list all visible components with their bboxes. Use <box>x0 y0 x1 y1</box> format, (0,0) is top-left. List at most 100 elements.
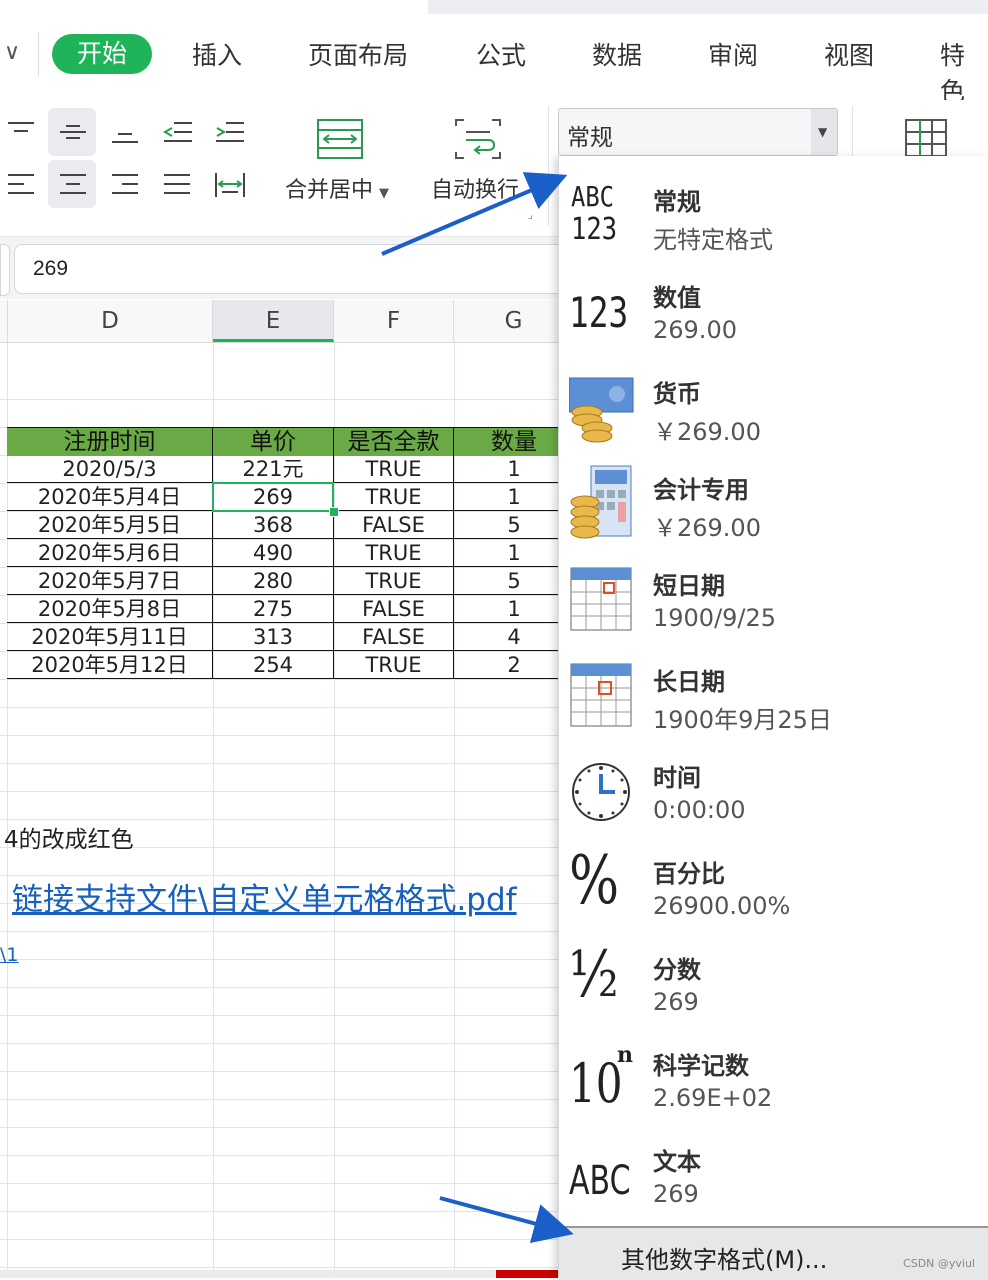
table-cell[interactable]: FALSE <box>334 595 454 623</box>
dropdown-button[interactable]: ▼ <box>811 109 837 155</box>
divider <box>852 106 853 156</box>
format-item-short-date[interactable]: 短日期 1900/9/25 <box>559 548 988 644</box>
format-item-text[interactable]: ABC 文本 269 <box>559 1124 988 1220</box>
table-cell[interactable]: 2020年5月12日 <box>7 651 213 679</box>
format-item-scientific[interactable]: 10 n 科学记数 2.69E+02 <box>559 1028 988 1124</box>
chevron-down-icon[interactable]: ∨ <box>4 40 20 65</box>
table-cell[interactable]: 313 <box>213 623 334 651</box>
format-item-currency[interactable]: 货币 ￥269.00 <box>559 356 988 452</box>
table-cell[interactable]: FALSE <box>334 623 454 651</box>
text-abc-icon: ABC <box>569 1158 631 1204</box>
table-cell[interactable]: TRUE <box>334 567 454 595</box>
table-cell[interactable]: 1 <box>454 483 574 511</box>
table-cell[interactable]: 2 <box>454 651 574 679</box>
table-cell[interactable]: FALSE <box>334 511 454 539</box>
align-bottom-icon[interactable] <box>100 108 148 156</box>
number-format-select[interactable]: 常规 ▼ <box>558 108 838 156</box>
decrease-indent-icon[interactable] <box>152 108 200 156</box>
tab-page-layout[interactable]: 页面布局 <box>308 36 408 72</box>
wrap-text-icon[interactable] <box>454 118 502 164</box>
hyperlink-small[interactable]: \1 <box>0 944 19 966</box>
tab-formulas[interactable]: 公式 <box>476 36 526 72</box>
justify-icon[interactable] <box>152 160 200 208</box>
table-cell[interactable]: TRUE <box>334 539 454 567</box>
divider <box>548 106 549 226</box>
column-header-e[interactable]: E <box>213 300 334 342</box>
align-left-icon[interactable] <box>0 160 44 208</box>
format-item-percent[interactable]: % 百分比 26900.00% <box>559 836 988 932</box>
number-format-dropdown: ABC 123 常规 无特定格式 123 数值 269.00 货币 ￥269.0… <box>558 156 988 1280</box>
table-cell[interactable]: 1 <box>454 539 574 567</box>
header-cell[interactable]: 数量 <box>454 428 574 456</box>
table-cell[interactable]: 2020年5月7日 <box>7 567 213 595</box>
formula-input[interactable]: 269 <box>14 244 574 294</box>
format-item-long-date[interactable]: 长日期 1900年9月25日 <box>559 644 988 740</box>
tab-special[interactable]: 特色 <box>940 36 988 108</box>
tab-review[interactable]: 审阅 <box>708 36 758 72</box>
format-item-number[interactable]: 123 数值 269.00 <box>559 260 988 356</box>
table-cell[interactable]: 2020年5月8日 <box>7 595 213 623</box>
table-cell[interactable]: 2020年5月6日 <box>7 539 213 567</box>
table-cell[interactable]: TRUE <box>334 651 454 679</box>
table-cell[interactable]: TRUE <box>334 455 454 483</box>
format-name: 分数 <box>653 956 701 984</box>
fill-handle[interactable] <box>329 507 339 517</box>
header-cell[interactable]: 单价 <box>213 428 334 456</box>
tab-insert[interactable]: 插入 <box>192 36 242 72</box>
table-cell[interactable]: 280 <box>213 567 334 595</box>
table-cell[interactable]: 221元 <box>213 455 334 483</box>
table-row: 2020年5月7日 280 TRUE 5 <box>7 567 560 595</box>
table-cell[interactable]: 275 <box>213 595 334 623</box>
table-cell[interactable]: 2020年5月5日 <box>7 511 213 539</box>
merge-center-button[interactable]: 合并居中 ▼ <box>285 172 389 204</box>
table-cell[interactable]: 5 <box>454 511 574 539</box>
increase-indent-icon[interactable] <box>204 108 252 156</box>
sheet-note-text[interactable]: 4的改成红色 <box>4 820 134 854</box>
sheet-tab-marker <box>496 1270 558 1278</box>
hyperlink-pdf[interactable]: 链接支持文件\自定义单元格格式.pdf <box>12 874 517 919</box>
table-row: 2020年5月8日 275 FALSE 1 <box>7 595 560 623</box>
column-header-c[interactable] <box>0 300 8 342</box>
more-number-formats-button[interactable]: 其他数字格式(M)... CSDN @yviul <box>559 1226 988 1280</box>
table-cell[interactable]: 2020年5月4日 <box>7 483 213 511</box>
format-item-fraction[interactable]: ½ 分数 269 <box>559 932 988 1028</box>
format-item-accounting[interactable]: 会计专用 ￥269.00 <box>559 452 988 548</box>
grid-line <box>0 1183 560 1184</box>
format-item-general[interactable]: ABC 123 常规 无特定格式 <box>559 164 988 260</box>
format-item-time[interactable]: 时间 0:00:00 <box>559 740 988 836</box>
table-row: 2020年5月11日 313 FALSE 4 <box>7 623 560 651</box>
tab-data[interactable]: 数据 <box>592 36 642 72</box>
align-top-icon[interactable] <box>0 108 44 156</box>
table-cell[interactable]: 4 <box>454 623 574 651</box>
dialog-launcher-icon[interactable]: ⌟ <box>528 210 533 221</box>
align-center-icon[interactable] <box>48 160 96 208</box>
table-cell[interactable]: 2020/5/3 <box>7 455 213 483</box>
header-cell[interactable]: 是否全款 <box>334 428 454 456</box>
table-cell[interactable]: 490 <box>213 539 334 567</box>
column-header-f[interactable]: F <box>334 300 454 342</box>
header-cell[interactable]: 注册时间 <box>7 428 213 456</box>
calendar-icon <box>569 556 635 636</box>
table-cell[interactable]: 1 <box>454 595 574 623</box>
column-header-g[interactable]: G <box>454 300 574 342</box>
table-cell[interactable]: 1 <box>454 455 574 483</box>
grid-line <box>0 1043 560 1044</box>
name-box-edge[interactable] <box>0 244 10 296</box>
distributed-align-icon[interactable] <box>204 160 252 208</box>
table-cell[interactable]: 254 <box>213 651 334 679</box>
merge-center-icon[interactable] <box>316 118 364 164</box>
table-row: 2020/5/3 221元 TRUE 1 <box>7 455 560 483</box>
table-cell[interactable]: 2020年5月11日 <box>7 623 213 651</box>
horizontal-scrollbar[interactable] <box>0 1270 560 1278</box>
align-middle-icon[interactable] <box>48 108 96 156</box>
column-header-d[interactable]: D <box>8 300 213 342</box>
wrap-text-label[interactable]: 自动换行 <box>431 172 519 204</box>
tab-view[interactable]: 视图 <box>824 36 874 72</box>
table-cell[interactable]: TRUE <box>334 483 454 511</box>
watermark: CSDN @yviul <box>903 1257 975 1270</box>
align-right-icon[interactable] <box>100 160 148 208</box>
table-cell[interactable]: 5 <box>454 567 574 595</box>
scientific-icon: 10 n <box>569 1042 633 1115</box>
table-cell[interactable]: 368 <box>213 511 334 539</box>
tab-home[interactable]: 开始 <box>52 34 152 74</box>
